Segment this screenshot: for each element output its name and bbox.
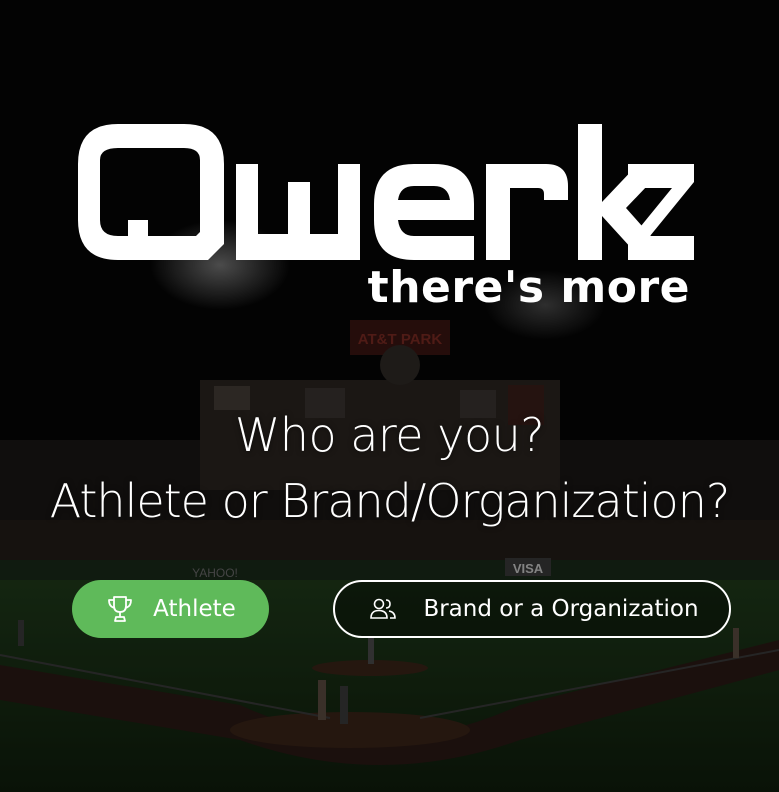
question-subheading: Athlete or Brand/Organization?: [49, 474, 731, 528]
stadium-background: AT&T PARK VISA YAHOO!: [0, 0, 779, 792]
brand-organization-button[interactable]: Brand or a Organization: [333, 580, 731, 638]
users-icon: [369, 597, 397, 621]
qwerkz-logo: [78, 124, 694, 260]
trophy-icon: [105, 594, 135, 624]
question-heading: Who are you?: [234, 408, 545, 462]
athlete-button-label: Athlete: [153, 596, 236, 622]
brand-button-label: Brand or a Organization: [423, 596, 699, 622]
landing-screen: AT&T PARK VISA YAHOO! there's more Who a…: [0, 0, 779, 792]
tagline: there's more: [367, 262, 690, 313]
athlete-button[interactable]: Athlete: [72, 580, 269, 638]
